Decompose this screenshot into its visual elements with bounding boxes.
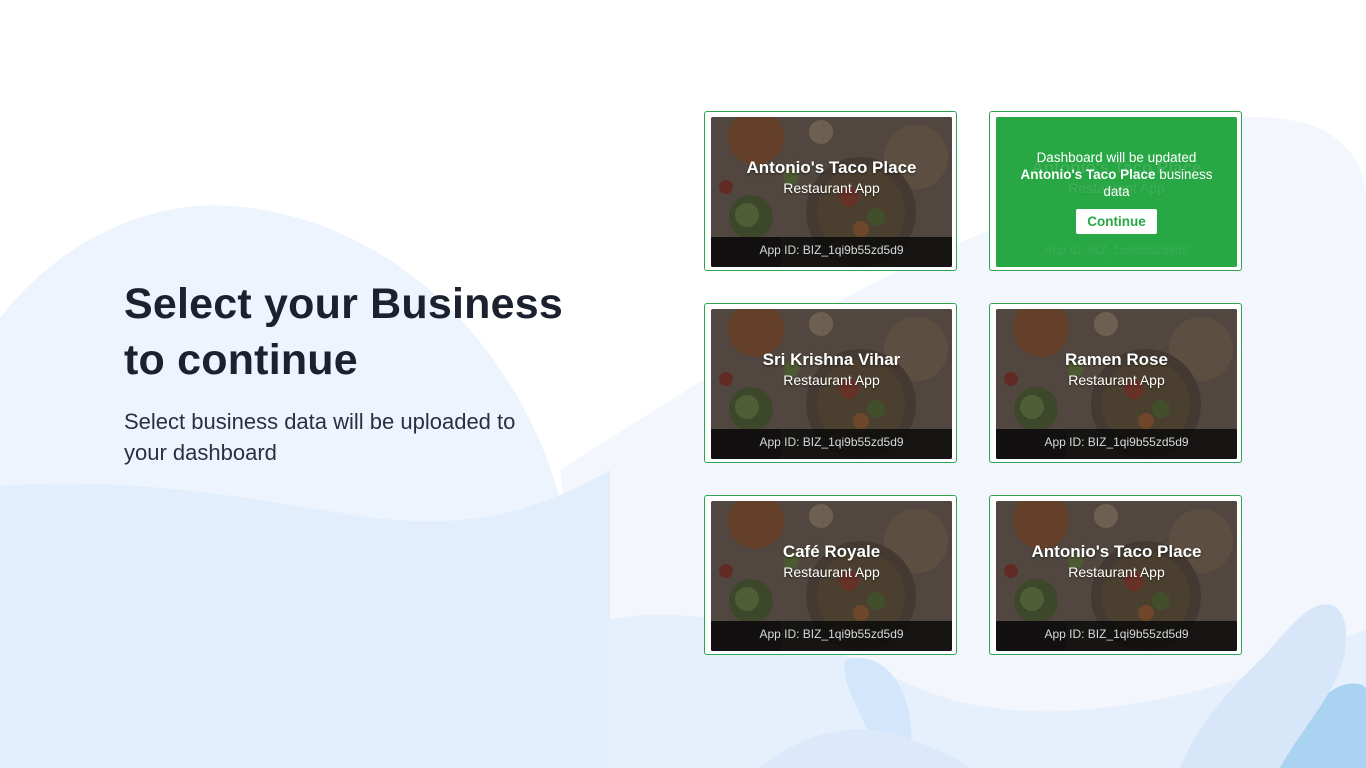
business-type: Restaurant App xyxy=(783,372,880,388)
business-card-image: Café Royale Restaurant App App ID: BIZ_1… xyxy=(711,501,952,651)
business-name: Café Royale xyxy=(782,542,881,561)
business-card[interactable]: Antonio's Taco Place Restaurant App App … xyxy=(704,111,957,271)
app-id: App ID: BIZ_1qi9b55zd5d9 xyxy=(711,429,952,459)
business-card-image: Sri Krishna Vihar Restaurant App App ID:… xyxy=(711,309,952,459)
intro-section: Select your Business to continue Select … xyxy=(124,276,564,468)
page-title-line2: to continue xyxy=(124,336,358,384)
business-type: Restaurant App xyxy=(1068,564,1165,580)
confirm-message: Dashboard will be updated Antonio's Taco… xyxy=(1006,149,1227,234)
confirm-prefix: Dashboard will be updated xyxy=(1036,150,1197,165)
business-card-image: Antonio's Taco Place Restaurant App App … xyxy=(996,117,1237,267)
business-name: Antonio's Taco Place xyxy=(1031,542,1202,561)
app-id: App ID: BIZ_1qi9b55zd5d9 xyxy=(711,237,952,267)
business-name: Ramen Rose xyxy=(1065,350,1168,369)
business-card-image: Antonio's Taco Place Restaurant App App … xyxy=(711,117,952,267)
app-id: App ID: BIZ_1qi9b55zd5d9 xyxy=(1044,243,1189,257)
business-type: Restaurant App xyxy=(1068,372,1165,388)
app-id: App ID: BIZ_1qi9b55zd5d9 xyxy=(996,621,1237,651)
business-card[interactable]: Ramen Rose Restaurant App App ID: BIZ_1q… xyxy=(989,303,1242,463)
business-grid: Antonio's Taco Place Restaurant App App … xyxy=(704,111,1244,657)
page-title-line1: Select your Business xyxy=(124,280,563,328)
business-card-image: Ramen Rose Restaurant App App ID: BIZ_1q… xyxy=(996,309,1237,459)
business-type: Restaurant App xyxy=(783,180,880,196)
business-card[interactable]: Café Royale Restaurant App App ID: BIZ_1… xyxy=(704,495,957,655)
business-card[interactable]: Sri Krishna Vihar Restaurant App App ID:… xyxy=(704,303,957,463)
page-title: Select your Business to continue xyxy=(124,276,564,388)
app-id: App ID: BIZ_1qi9b55zd5d9 xyxy=(711,621,952,651)
business-card-image: Antonio's Taco Place Restaurant App App … xyxy=(996,501,1237,651)
app-id: App ID: BIZ_1qi9b55zd5d9 xyxy=(996,429,1237,459)
business-select-page: Select your Business to continue Select … xyxy=(0,0,1366,768)
continue-button[interactable]: Continue xyxy=(1076,209,1157,234)
business-name: Sri Krishna Vihar xyxy=(762,350,901,369)
page-subtitle: Select business data will be uploaded to… xyxy=(124,409,516,465)
confirm-business-name: Antonio's Taco Place xyxy=(1020,167,1156,182)
business-name: Antonio's Taco Place xyxy=(746,158,917,177)
business-card[interactable]: Antonio's Taco Place Restaurant App App … xyxy=(989,495,1242,655)
business-card-selected[interactable]: Antonio's Taco Place Restaurant App App … xyxy=(989,111,1242,271)
business-type: Restaurant App xyxy=(783,564,880,580)
